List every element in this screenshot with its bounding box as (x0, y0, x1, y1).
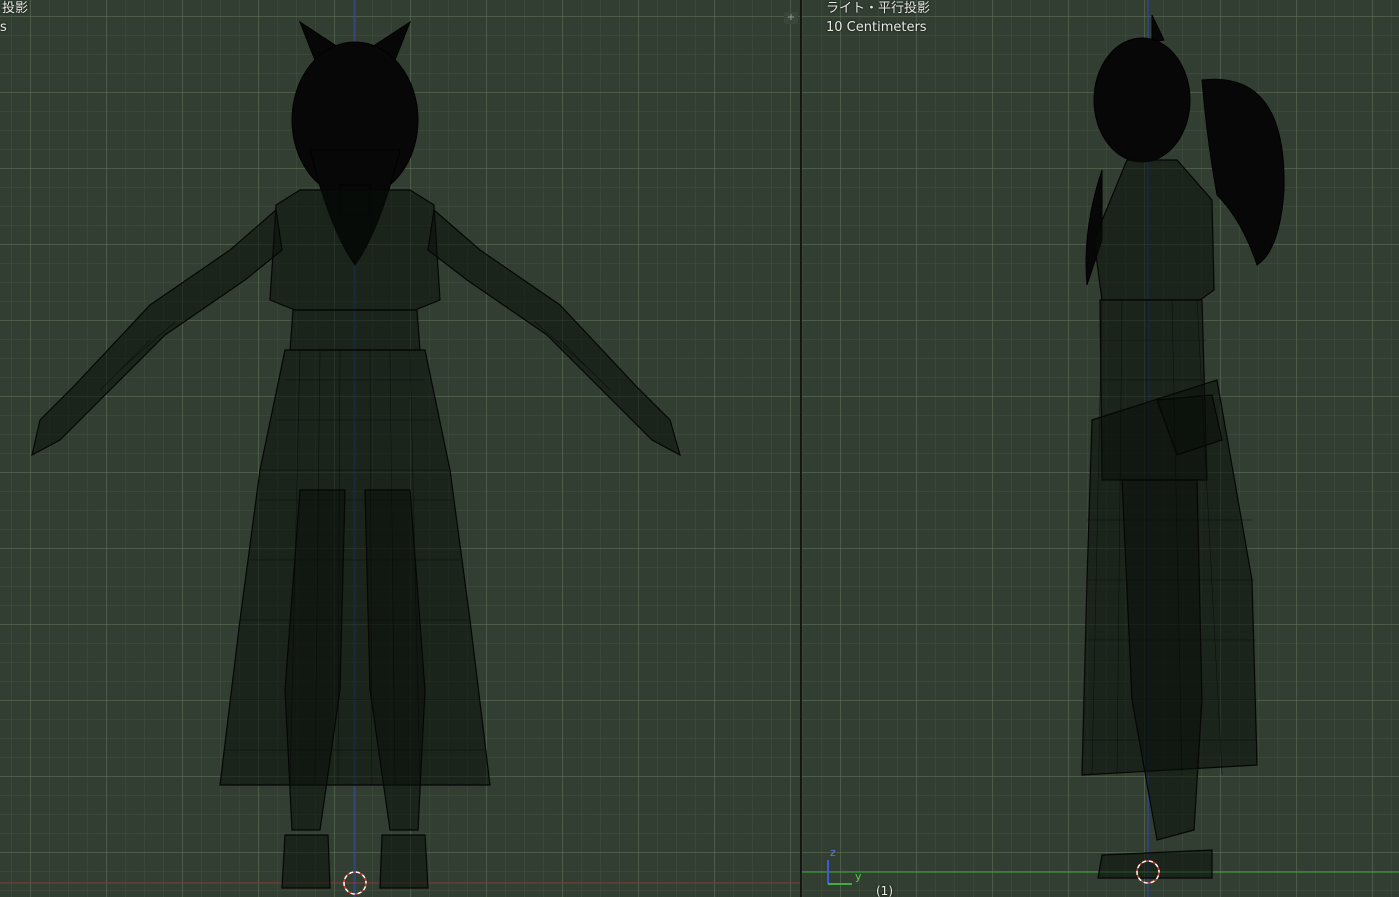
front-wireframe-model (0, 0, 800, 897)
axis-y-label: y (855, 870, 862, 883)
view-label: 投影 (2, 1, 29, 16)
frame-indicator: (1) (876, 884, 893, 897)
grid-scale-label: s (0, 20, 7, 35)
view-label: ライト・平行投影 (826, 1, 931, 16)
front-viewport[interactable]: 投影 s (0, 0, 800, 897)
axis-z-label: z (830, 846, 836, 859)
dress-side (1081, 159, 1258, 879)
right-viewport[interactable]: ライト・平行投影 10 Centimeters z y (1) (802, 0, 1399, 897)
side-wireframe-model (802, 0, 1399, 897)
split-handle-icon[interactable]: + (784, 12, 798, 24)
dress-front (31, 189, 681, 889)
grid-scale-label: 10 Centimeters (826, 20, 927, 35)
